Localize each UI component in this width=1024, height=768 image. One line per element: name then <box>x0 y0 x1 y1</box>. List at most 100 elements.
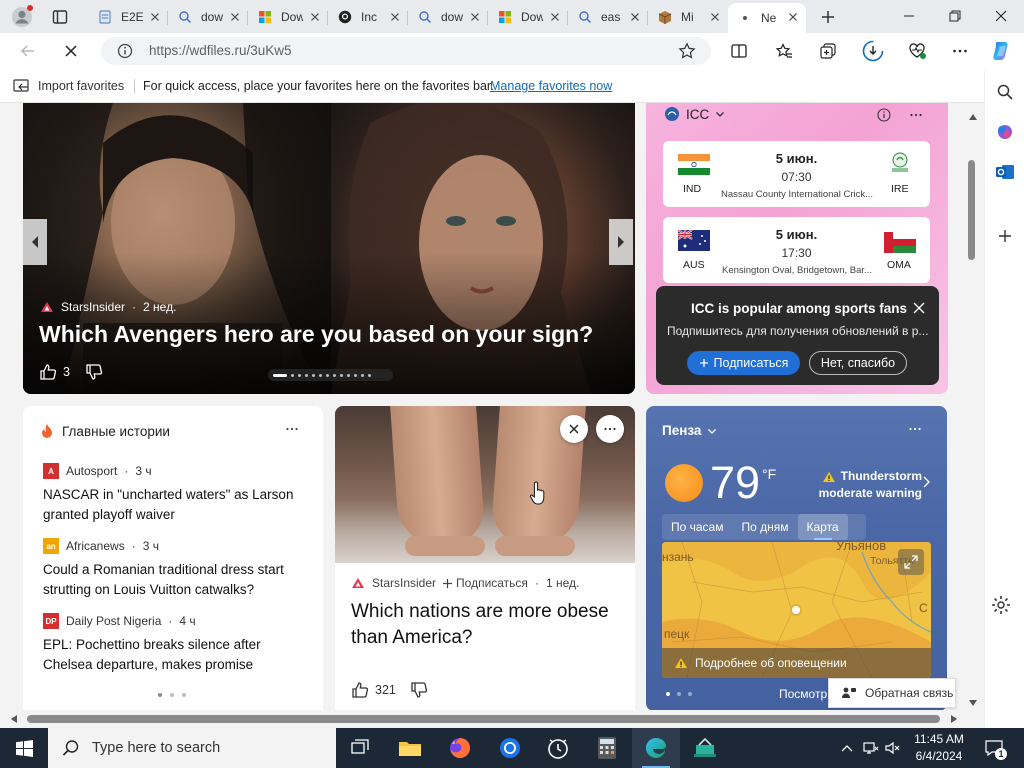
close-tab-icon[interactable] <box>228 10 242 24</box>
settings-more-icon[interactable] <box>946 37 974 65</box>
article-source-name[interactable]: StarsInsider <box>372 576 436 590</box>
browser-tab[interactable]: Inc <box>328 3 408 31</box>
tab-map[interactable]: Карта <box>797 514 848 540</box>
restore-button[interactable] <box>932 0 978 32</box>
tab-hourly[interactable]: По часам <box>662 514 732 540</box>
add-sidebar-app-icon[interactable] <box>991 222 1019 250</box>
system-clock[interactable]: 11:45 AM 6/4/2024 <box>904 731 974 765</box>
browser-essentials-icon[interactable] <box>903 37 931 65</box>
hero-title[interactable]: Which Avengers hero are you based on you… <box>39 321 593 348</box>
favorite-star-icon[interactable] <box>678 42 696 60</box>
story-title[interactable]: Could a Romanian traditional dress start… <box>43 560 313 600</box>
import-favorites-button[interactable]: Import favorites <box>13 78 124 94</box>
collections-icon[interactable] <box>814 37 842 65</box>
subscribe-button[interactable]: Подписаться <box>687 351 800 375</box>
browser-tab[interactable]: Mi <box>648 3 728 31</box>
chrome-icon[interactable] <box>486 728 534 768</box>
decline-button[interactable]: Нет, спасибо <box>809 351 907 375</box>
scroll-up-icon[interactable] <box>968 113 978 121</box>
site-info-icon[interactable] <box>117 43 133 59</box>
close-tab-icon[interactable] <box>148 10 162 24</box>
weather-warning[interactable]: Thunderstorm moderate warning <box>814 468 922 502</box>
tab-daily[interactable]: По дням <box>732 514 797 540</box>
task-view-icon[interactable] <box>336 728 384 768</box>
browser-tab[interactable]: Dow <box>248 3 328 31</box>
icc-header[interactable]: ICC <box>664 106 725 122</box>
tab-actions-icon[interactable] <box>47 4 73 30</box>
file-explorer-icon[interactable] <box>386 728 434 768</box>
popup-close-icon[interactable] <box>912 301 926 315</box>
weather-unit[interactable]: °F <box>762 466 776 482</box>
hero-source[interactable]: StarsInsider · 2 нед. <box>40 300 176 314</box>
close-tab-icon[interactable] <box>308 10 322 24</box>
carousel-next-button[interactable] <box>609 219 633 265</box>
scroll-left-icon[interactable] <box>10 714 18 724</box>
close-tab-icon[interactable] <box>628 10 642 24</box>
alert-details-link[interactable]: Подробнее об оповещении <box>662 648 931 678</box>
close-tab-icon[interactable] <box>548 10 562 24</box>
address-bar[interactable]: https://wdfiles.ru/3uKw5 <box>101 37 711 65</box>
close-window-button[interactable] <box>978 0 1024 32</box>
copilot-icon[interactable] <box>988 37 1016 65</box>
horizontal-scroll-thumb[interactable] <box>27 715 940 723</box>
browser-tab[interactable]: dow <box>408 3 488 31</box>
article-like-button[interactable]: 321 <box>351 681 396 699</box>
firefox-icon[interactable] <box>436 728 484 768</box>
stories-pagination[interactable] <box>158 693 186 697</box>
feedback-button[interactable]: Обратная связь <box>828 678 956 708</box>
weather-pagination[interactable] <box>666 692 692 696</box>
minimize-button[interactable] <box>886 0 932 32</box>
stories-more-icon[interactable] <box>285 422 299 436</box>
split-screen-icon[interactable] <box>725 37 753 65</box>
more-options-icon[interactable] <box>907 106 925 124</box>
see-more-link[interactable]: Посмотр <box>779 687 827 701</box>
article-card[interactable]: StarsInsider Подписаться · 1 нед. Which … <box>335 406 635 728</box>
browser-tab[interactable]: dow <box>168 3 248 31</box>
follow-button[interactable]: Подписаться <box>443 576 528 590</box>
new-tab-icon[interactable] <box>815 4 841 30</box>
stop-loading-button[interactable] <box>57 37 85 65</box>
close-tab-icon[interactable] <box>786 10 800 24</box>
close-tab-icon[interactable] <box>388 10 402 24</box>
url-text[interactable]: https://wdfiles.ru/3uKw5 <box>149 43 292 58</box>
back-button[interactable] <box>14 37 42 65</box>
match-card[interactable]: IND 5 июн. 07:30 Nassau County Internati… <box>663 141 930 207</box>
carousel-pagination[interactable] <box>268 369 393 381</box>
hero-like-button[interactable]: 3 <box>39 363 70 381</box>
chevron-right-icon[interactable] <box>922 476 930 488</box>
info-icon[interactable] <box>875 106 893 124</box>
favorites-icon[interactable] <box>770 37 798 65</box>
screenshot-tool-icon[interactable] <box>681 728 729 768</box>
hero-dislike-button[interactable] <box>85 363 103 381</box>
weather-location[interactable]: Пенза <box>662 423 717 438</box>
expand-map-icon[interactable] <box>898 549 924 575</box>
dismiss-article-button[interactable] <box>560 415 588 443</box>
outlook-icon[interactable] <box>991 158 1019 186</box>
show-hidden-icons[interactable] <box>838 728 856 768</box>
browser-tab[interactable]: E2E <box>88 3 168 31</box>
calculator-icon[interactable] <box>583 728 631 768</box>
weather-map[interactable]: нзань Ульянов Тольятти пецк С Подробнее … <box>662 542 931 678</box>
hero-carousel[interactable]: StarsInsider · 2 нед. Which Avengers her… <box>23 103 635 394</box>
copilot-sidebar-icon[interactable] <box>991 118 1019 146</box>
story-item[interactable]: an Africanews · 3 ч Could a Romanian tradit… <box>43 538 313 600</box>
notifications-button[interactable]: 1 <box>980 728 1008 768</box>
article-more-button[interactable] <box>596 415 624 443</box>
vertical-scrollbar[interactable] <box>962 103 984 713</box>
clock-app-icon[interactable] <box>534 728 582 768</box>
vertical-scroll-thumb[interactable] <box>968 160 975 260</box>
browser-tab[interactable]: Ne <box>728 3 806 33</box>
match-card[interactable]: AUS 5 июн. 17:30 Kensington Oval, Bridge… <box>663 217 930 283</box>
story-title[interactable]: NASCAR in "uncharted waters" as Larson g… <box>43 485 313 525</box>
story-title[interactable]: EPL: Pochettino breaks silence after Che… <box>43 635 313 675</box>
weather-more-icon[interactable] <box>908 422 922 436</box>
scroll-right-icon[interactable] <box>950 714 958 724</box>
manage-favorites-link[interactable]: Manage favorites now <box>490 79 612 93</box>
story-item[interactable]: DP Daily Post Nigeria · 4 ч EPL: Pochettino… <box>43 613 313 675</box>
volume-muted-icon[interactable] <box>882 728 904 768</box>
close-tab-icon[interactable] <box>468 10 482 24</box>
browser-tab[interactable]: eas <box>568 3 648 31</box>
search-icon[interactable] <box>991 78 1019 106</box>
carousel-prev-button[interactable] <box>23 219 47 265</box>
article-dislike-button[interactable] <box>410 681 428 699</box>
